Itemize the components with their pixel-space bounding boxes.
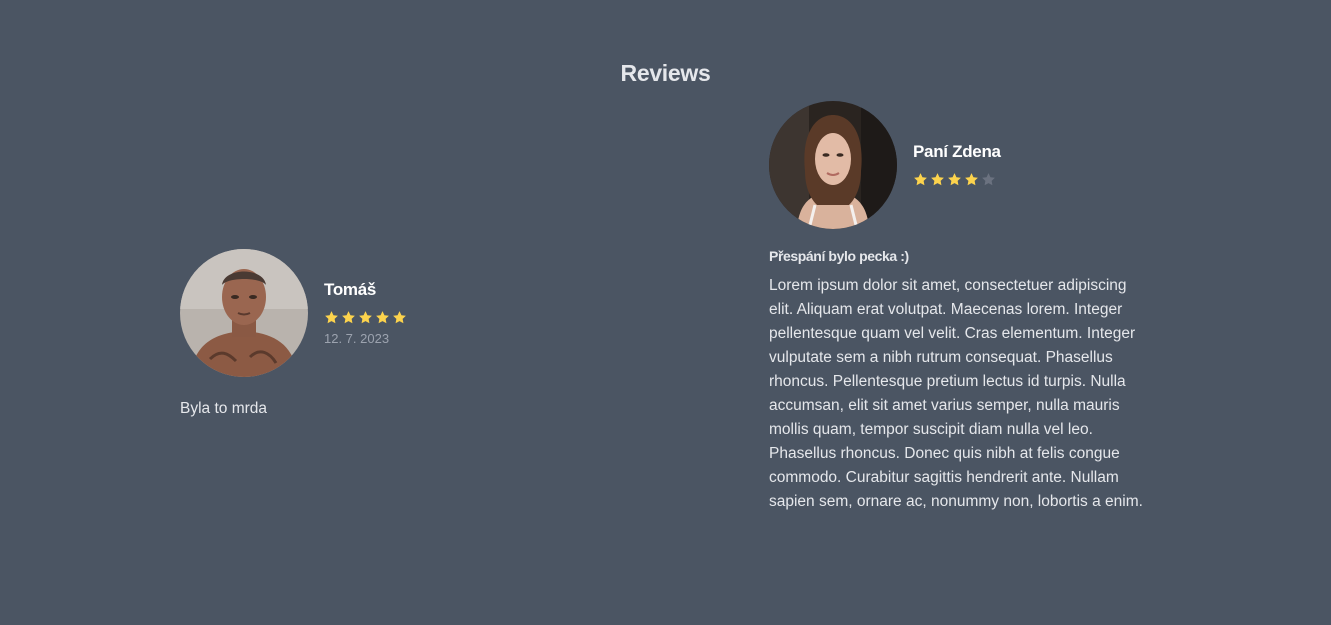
reviewer-name: Tomáš (324, 280, 377, 299)
star-filled-icon (325, 311, 338, 324)
star-filled-icon (931, 173, 944, 186)
review-heading: Přespání bylo pecka :) (769, 248, 909, 264)
avatar-photo-woman (769, 101, 897, 229)
review-header: Paní Zdena (769, 101, 1149, 229)
star-filled-icon (393, 311, 406, 324)
rating-stars (913, 172, 1001, 188)
review-card: Paní Zdena Přespání bylo pecka :) Lorem … (769, 101, 1149, 514)
star-filled-icon (965, 173, 978, 186)
avatar (180, 249, 308, 377)
star-filled-icon (376, 311, 389, 324)
review-meta: Paní Zdena (913, 142, 1001, 188)
review-date: 12. 7. 2023 (324, 331, 390, 346)
reviewer-name: Paní Zdena (913, 142, 1001, 161)
star-filled-icon (914, 173, 927, 186)
star-filled-icon (359, 311, 372, 324)
reviews-section: Reviews Tomáš 12. 7. 2023 Byla to mrda P… (0, 0, 1331, 625)
review-card: Tomáš 12. 7. 2023 Byla to mrda (180, 249, 580, 421)
star-empty-icon (982, 173, 995, 186)
rating-stars (324, 310, 407, 326)
section-title: Reviews (620, 60, 711, 86)
review-header: Tomáš 12. 7. 2023 (180, 249, 580, 377)
avatar-photo-man (180, 249, 308, 377)
avatar (769, 101, 897, 229)
review-text: Lorem ipsum dolor sit amet, consectetuer… (769, 277, 1143, 510)
star-filled-icon (342, 311, 355, 324)
star-filled-icon (948, 173, 961, 186)
review-text: Byla to mrda (180, 400, 268, 417)
review-meta: Tomáš 12. 7. 2023 (324, 280, 407, 346)
